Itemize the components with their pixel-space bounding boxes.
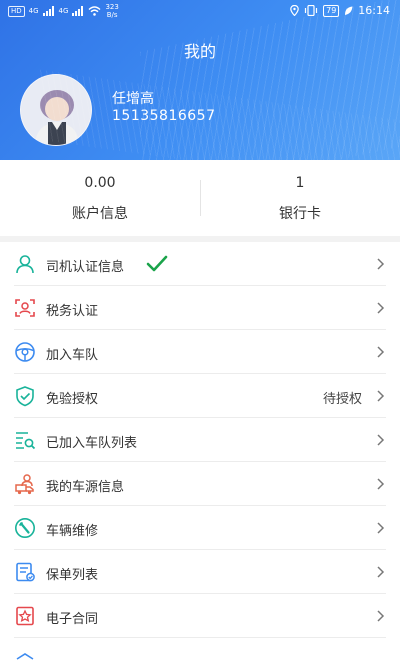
signal-icon [42,6,54,16]
menu-list: 司机认证信息 税务认证 加入车队 免验授权 待授权 已加入车队列表 我的车源信息… [0,242,400,660]
chevron-right-icon [377,478,385,490]
signal1-label: 4G [28,7,39,15]
verified-check-icon [146,255,168,272]
net-speed-value: 323 [105,3,119,11]
menu-item-tax-certification[interactable]: 税务认证 [0,286,400,330]
menu-label: 保单列表 [46,568,99,583]
shield-check-icon [16,386,34,407]
battery-indicator: 79 [323,4,340,17]
net-speed-unit: B/s [106,11,118,19]
menu-label: 我的车源信息 [46,480,125,495]
menu-item-my-vehicle-sources[interactable]: 我的车源信息 [0,462,400,506]
next-item-icon [16,653,34,660]
menu-label: 已加入车队列表 [46,436,138,451]
user-phone: 15135816657 [112,108,216,124]
menu-label: 加入车队 [46,348,99,363]
menu-item-join-fleet[interactable]: 加入车队 [0,330,400,374]
menu-item-vehicle-repair[interactable]: 车辆维修 [0,506,400,550]
menu-item-driver-certification[interactable]: 司机认证信息 [0,242,400,286]
account-info-stat[interactable]: 0.00 账户信息 [0,160,200,236]
face-scan-icon [15,299,35,317]
list-search-icon [16,432,36,450]
chevron-right-icon [377,346,385,358]
menu-item-e-contract[interactable]: 电子合同 [0,594,400,638]
chevron-right-icon [377,434,385,446]
page-title: 我的 [183,42,216,61]
menu-label: 税务认证 [46,304,99,319]
steering-wheel-icon [15,342,35,362]
menu-item-policy-list[interactable]: 保单列表 [0,550,400,594]
user-icon [16,255,34,274]
account-stats: 0.00 账户信息 1 银行卡 [0,160,400,236]
signal-icon [72,6,84,16]
chevron-right-icon [377,390,385,402]
location-icon [290,5,299,16]
chevron-right-icon [377,302,385,314]
user-avatar-icon [21,75,91,145]
avatar[interactable] [20,74,92,146]
leaf-icon [345,6,353,15]
status-bar: HD 4G 4G 323 B/s 79 16:14 [0,0,400,22]
menu-item-inspection-exempt-authorization[interactable]: 免验授权 待授权 [0,374,400,418]
wifi-icon [88,6,101,16]
profile-header: HD 4G 4G 323 B/s 79 16:14 我的 任增高 1513581… [0,0,400,160]
menu-label: 免验授权 [46,392,99,407]
clock: 16:14 [358,4,390,17]
menu-item-joined-fleet-list[interactable]: 已加入车队列表 [0,418,400,462]
menu-label: 司机认证信息 [46,260,125,275]
chevron-right-icon [377,258,385,270]
vibrate-icon [305,5,318,16]
sim1-hd-badge: HD [8,5,25,17]
authorization-status: 待授权 [322,392,362,407]
wrench-icon [15,518,35,538]
user-name: 任增高 [112,91,154,107]
menu-label: 车辆维修 [46,524,99,539]
chevron-right-icon [377,566,385,578]
bank-card-count: 1 [295,175,305,191]
contract-icon [16,606,34,626]
bank-card-stat[interactable]: 1 银行卡 [200,160,400,236]
account-balance-value: 0.00 [84,175,116,191]
account-info-label: 账户信息 [72,206,128,222]
menu-item-partial-next[interactable] [0,638,400,660]
truck-source-icon [15,474,34,495]
policy-icon [16,562,35,582]
net-speed: 323 B/s [105,3,118,19]
menu-label: 电子合同 [46,612,99,627]
signal2-label: 4G [58,7,69,15]
chevron-right-icon [377,522,385,534]
chevron-right-icon [377,610,385,622]
bank-card-label: 银行卡 [279,206,321,222]
